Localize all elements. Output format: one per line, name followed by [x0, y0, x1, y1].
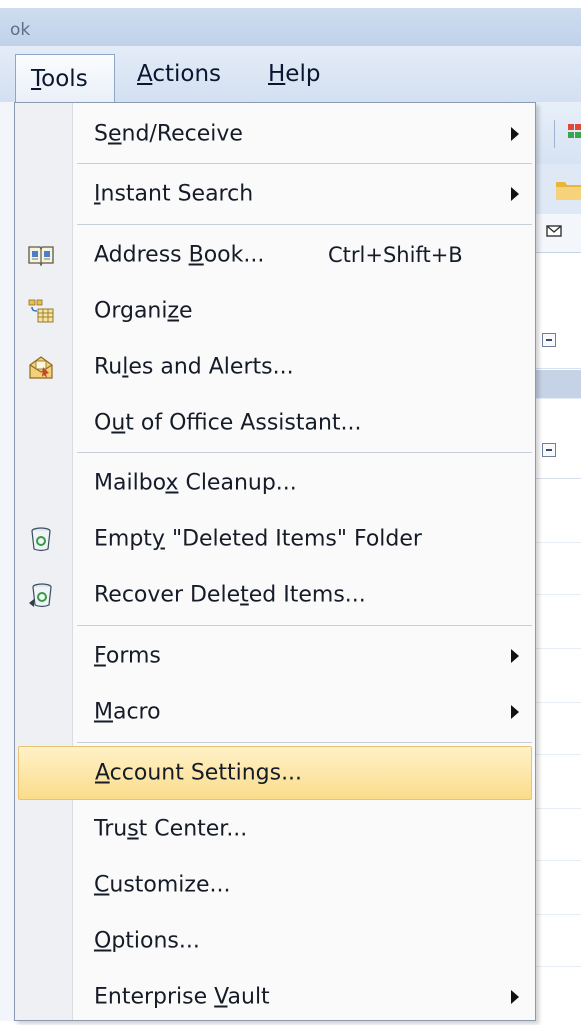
row-divider — [536, 914, 581, 915]
column-header — [536, 214, 581, 253]
row-divider — [536, 966, 581, 967]
menu-item-empty-deleted-items[interactable]: Empty "Deleted Items" Folder — [15, 511, 535, 567]
envelope-icon — [546, 225, 562, 237]
submenu-arrow-icon — [511, 705, 519, 719]
menu-item-label: Address Book... — [94, 242, 265, 268]
menu-item-mailbox-cleanup[interactable]: Mailbox Cleanup... — [15, 455, 535, 511]
window-title: ok — [10, 20, 31, 40]
menu-item-organize[interactable]: Organize — [15, 283, 535, 339]
menu-item-forms[interactable]: Forms — [15, 628, 535, 684]
address-book-icon — [28, 246, 54, 267]
menu-item-label: Rules and Alerts... — [94, 354, 294, 380]
menu-item-label: Customize... — [94, 872, 231, 898]
menu-item-label: Empty "Deleted Items" Folder — [94, 526, 422, 552]
collapse-icon[interactable] — [542, 443, 556, 457]
row-divider — [536, 754, 581, 755]
menu-item-label: Account Settings... — [95, 760, 303, 786]
menu-separator — [77, 224, 532, 225]
menu-separator — [77, 452, 532, 453]
menu-item-label: Macro — [94, 699, 161, 725]
menu-item-enterprise-vault[interactable]: Enterprise Vault — [15, 969, 535, 1025]
menubar-help[interactable]: Help — [268, 60, 320, 88]
group-header[interactable] — [536, 422, 581, 479]
shortcut-text: Ctrl+Shift+B — [328, 243, 463, 267]
menu-bar: Tools Actions Help — [0, 46, 581, 104]
rules-alerts-icon — [29, 356, 53, 379]
menu-item-label: Recover Deleted Items... — [94, 582, 366, 608]
menu-item-label: Forms — [94, 643, 161, 669]
submenu-arrow-icon — [511, 127, 519, 141]
menu-item-label: Instant Search — [94, 181, 254, 207]
menu-item-label: Enterprise Vault — [94, 984, 270, 1010]
collapse-icon[interactable] — [542, 333, 556, 347]
menu-item-rules-alerts[interactable]: Rules and Alerts... — [15, 339, 535, 395]
row-divider — [536, 594, 581, 595]
reading-pane-background — [536, 102, 581, 1021]
menu-item-customize[interactable]: Customize... — [15, 857, 535, 913]
folder-header — [536, 164, 581, 215]
row-divider — [536, 860, 581, 861]
submenu-arrow-icon — [511, 649, 519, 663]
toolbar-grid-icon[interactable] — [568, 124, 581, 144]
organize-icon — [28, 299, 54, 323]
submenu-arrow-icon — [511, 990, 519, 1004]
menu-item-out-of-office[interactable]: Out of Office Assistant... — [15, 395, 535, 451]
menu-separator — [77, 163, 532, 164]
menu-item-instant-search[interactable]: Instant Search — [15, 166, 535, 222]
menu-item-macro[interactable]: Macro — [15, 684, 535, 740]
menu-item-options[interactable]: Options... — [15, 913, 535, 969]
menu-item-label: Mailbox Cleanup... — [94, 470, 297, 496]
folder-icon — [556, 182, 581, 200]
row-divider — [536, 648, 581, 649]
menu-item-label: Options... — [94, 928, 200, 954]
menu-separator — [77, 742, 532, 743]
menu-item-recover-deleted-items[interactable]: Recover Deleted Items... — [15, 567, 535, 623]
menu-item-trust-center[interactable]: Trust Center... — [15, 801, 535, 857]
menu-item-label: Send/Receive — [94, 121, 243, 147]
menubar-tools[interactable]: Tools — [15, 54, 115, 104]
group-header[interactable] — [536, 312, 581, 369]
menu-item-send-receive[interactable]: Send/Receive — [15, 106, 535, 162]
title-bar: ok — [0, 8, 581, 47]
menu-item-account-settings[interactable]: Account Settings... — [18, 746, 532, 800]
recover-bin-icon — [29, 583, 52, 608]
selected-row[interactable] — [536, 370, 581, 399]
menubar-tools-label: Tools — [31, 66, 88, 92]
submenu-arrow-icon — [511, 187, 519, 201]
row-divider — [536, 808, 581, 809]
recycle-bin-icon — [31, 527, 51, 552]
menubar-actions[interactable]: Actions — [137, 60, 221, 88]
row-divider — [536, 542, 581, 543]
menu-item-label: Trust Center... — [94, 816, 248, 842]
tools-menu: Send/Receive Instant Search Address Book… — [14, 102, 536, 1021]
navigation-pane-edge — [0, 102, 15, 1021]
menu-item-label: Organize — [94, 298, 193, 324]
menu-separator — [77, 625, 532, 626]
menu-item-label: Out of Office Assistant... — [94, 410, 362, 436]
menu-item-address-book[interactable]: Address Book... Ctrl+Shift+B — [15, 227, 535, 283]
toolbar-strip — [536, 102, 581, 165]
row-divider — [536, 702, 581, 703]
